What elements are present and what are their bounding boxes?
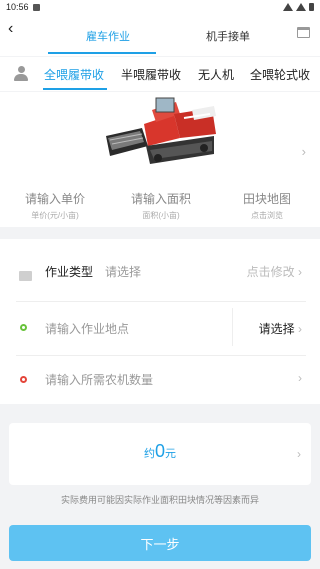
- harvester-image[interactable]: [96, 96, 220, 176]
- chevron-right-icon: ›: [298, 322, 302, 336]
- quantity-dot-icon: [20, 376, 27, 383]
- field-map-link[interactable]: 田块地图: [228, 190, 306, 207]
- area-input[interactable]: 请输入面积: [122, 190, 200, 207]
- battery-icon: [309, 3, 314, 11]
- price-card[interactable]: 约0元 ›: [9, 423, 311, 485]
- unit-price-caption: 单价(元/小亩): [31, 211, 79, 220]
- estimated-price: 约0元: [9, 441, 311, 462]
- top-nav: ‹ 雇车作业 机手接单: [0, 14, 320, 56]
- chevron-right-icon[interactable]: ›: [297, 447, 301, 461]
- chevron-right-icon[interactable]: ›: [298, 371, 302, 385]
- tab-operator-orders[interactable]: 机手接单: [180, 28, 276, 44]
- price-value: 0: [154, 441, 165, 461]
- user-icon[interactable]: [14, 66, 28, 82]
- notification-icon: [32, 3, 40, 11]
- chevron-right-icon[interactable]: ›: [302, 144, 306, 159]
- work-type-select[interactable]: 请选择: [105, 263, 141, 280]
- active-tab-indicator: [48, 52, 156, 54]
- next-step-button[interactable]: 下一步: [9, 525, 311, 561]
- area-stat[interactable]: 请输入面积 面积(小亩): [122, 190, 200, 221]
- chevron-right-icon: ›: [298, 265, 302, 279]
- divider: [232, 308, 233, 346]
- price-unit: 元: [165, 448, 176, 460]
- category-bar: 全喂履带收 半喂履带收 无人机 全喂轮式收: [0, 57, 320, 91]
- quantity-row[interactable]: 请输入所需农机数量 ›: [0, 355, 320, 409]
- location-input[interactable]: 请输入作业地点: [45, 320, 129, 337]
- unit-price-input[interactable]: 请输入单价: [16, 190, 94, 207]
- work-type-modify[interactable]: 点击修改 ›: [247, 263, 302, 280]
- category-half-feed-track[interactable]: 半喂履带收: [121, 66, 181, 83]
- status-time: 10:56: [6, 2, 29, 12]
- order-form: 作业类型 请选择 点击修改 › 请输入作业地点 请选择 › 请输入所需农机数量 …: [0, 239, 320, 404]
- location-select-button[interactable]: 请选择 ›: [259, 320, 302, 337]
- active-category-indicator: [43, 88, 107, 90]
- back-icon[interactable]: ‹: [8, 20, 13, 38]
- location-row[interactable]: 请输入作业地点 请选择 ›: [0, 302, 320, 356]
- field-map-stat[interactable]: 田块地图 点击浏览: [228, 190, 306, 221]
- category-full-feed-track[interactable]: 全喂履带收: [44, 66, 104, 83]
- work-type-row[interactable]: 作业类型 请选择 点击修改 ›: [0, 247, 320, 301]
- area-caption: 面积(小亩): [142, 211, 180, 220]
- location-select-label: 请选择: [258, 322, 295, 336]
- wifi-icon: [283, 3, 293, 11]
- quantity-input[interactable]: 请输入所需农机数量: [45, 371, 153, 388]
- price-prefix: 约: [143, 448, 155, 460]
- status-bar: 10:56: [0, 0, 320, 14]
- machine-panel: › 请输入单价 单价(元/小亩) 请输入面积 面积(小亩) 田块地图 点击浏览: [0, 92, 320, 227]
- location-dot-icon: [20, 324, 27, 331]
- work-type-label: 作业类型: [45, 265, 94, 279]
- tab-hire-machine[interactable]: 雇车作业: [60, 28, 156, 44]
- category-drone[interactable]: 无人机: [198, 66, 234, 83]
- signal-icon: [296, 3, 306, 11]
- unit-price-stat[interactable]: 请输入单价 单价(元/小亩): [16, 190, 94, 221]
- calendar-icon[interactable]: [297, 27, 310, 38]
- status-icons: [283, 3, 314, 11]
- work-type-modify-label: 点击修改: [246, 265, 295, 279]
- field-map-caption: 点击浏览: [251, 211, 283, 220]
- price-disclaimer: 实际费用可能因实际作业面积田块情况等因素而异: [60, 495, 259, 505]
- category-full-feed-wheel[interactable]: 全喂轮式收: [250, 66, 310, 83]
- id-card-icon: [19, 271, 32, 281]
